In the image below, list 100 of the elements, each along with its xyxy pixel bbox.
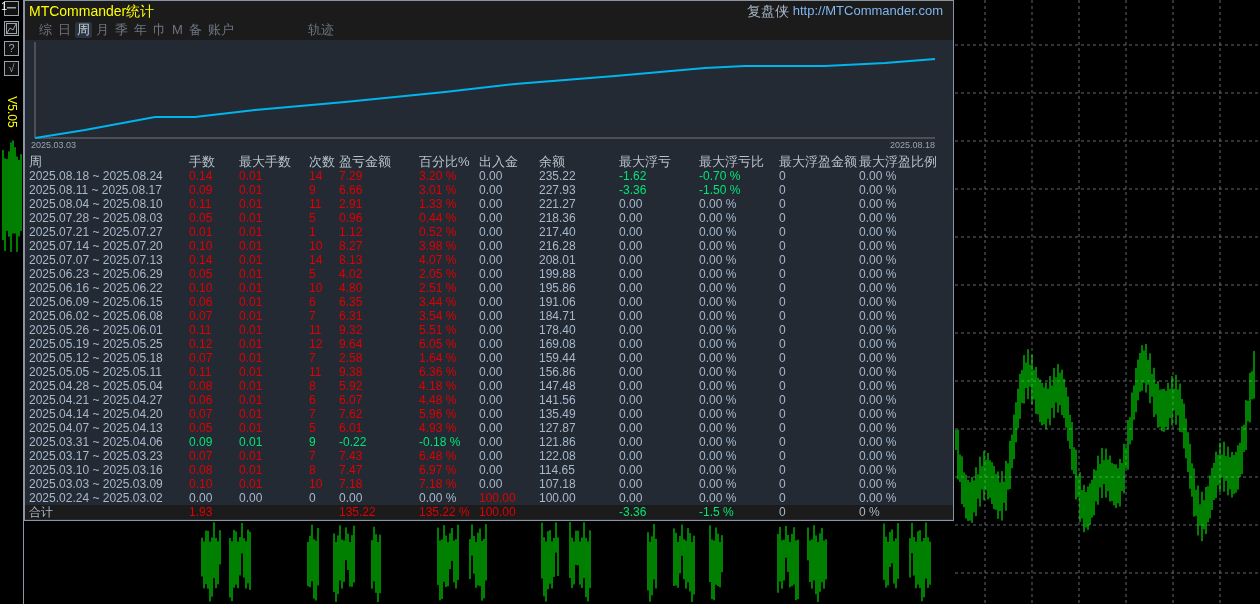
table-cell-text: 0.00 % xyxy=(859,379,898,393)
table-cell-text: 0.00 xyxy=(619,309,644,323)
table-cell-text: 0.00 % xyxy=(859,337,898,351)
table-cell-text: 2025.03.10 ~ 2025.03.16 xyxy=(29,463,164,477)
table-cell-text: 0.00 xyxy=(239,491,264,505)
table-cell-text: 0.00 xyxy=(479,197,504,211)
table-cell-text: -0.18 % xyxy=(419,435,462,449)
table-cell-text: 159.44 xyxy=(539,351,577,365)
table-cell-text: 217.40 xyxy=(539,225,577,239)
table-cell-text: 0.00 % xyxy=(859,421,898,435)
table-cell-text: 0.00 % xyxy=(699,197,738,211)
table-cell-text: 2025.06.02 ~ 2025.06.08 xyxy=(29,309,164,323)
table-cell-text: 0.00 xyxy=(479,253,504,267)
table-cell-text: 3.98 % xyxy=(419,239,458,253)
version-label: V5.05 xyxy=(5,96,19,128)
table-cell-text: 0.00 xyxy=(479,225,504,239)
table-cell-text: 5.96 % xyxy=(419,407,458,421)
table-cell-text: 6.05 % xyxy=(419,337,458,351)
toolbar-button[interactable]: √ xyxy=(4,61,19,76)
table-cell-text: 0 xyxy=(779,463,787,477)
table-cell-text: 0.00 % xyxy=(859,295,898,309)
table-cell-text: 0.00 xyxy=(619,393,644,407)
tab[interactable]: 季 xyxy=(113,22,130,38)
table-cell-text: 7.18 xyxy=(339,477,364,491)
tab[interactable]: 月 xyxy=(94,22,111,38)
table-cell-text: 11 xyxy=(309,365,323,379)
table-cell-text: 0.00 % xyxy=(699,295,738,309)
table-cell-text: 0.01 xyxy=(239,477,264,491)
table-cell-text: 6.07 xyxy=(339,393,364,407)
table-cell-text: 0.00 xyxy=(479,463,504,477)
tab[interactable]: 账户 xyxy=(205,22,236,38)
tab[interactable]: 周 xyxy=(75,22,92,38)
table-cell-text: 0.01 xyxy=(239,197,264,211)
tab[interactable]: 巾 xyxy=(151,22,168,38)
table-cell-text: 0.00 % xyxy=(859,239,898,253)
table-cell-text: 114.65 xyxy=(539,463,576,477)
table-cell-text: 1.33 % xyxy=(419,197,458,211)
table-cell-text: 0 xyxy=(779,281,787,295)
table-cell-text: 7.43 xyxy=(339,449,364,463)
table-cell-text: 178.40 xyxy=(539,323,577,337)
table-cell-text: 0.00 xyxy=(619,323,644,337)
table-cell-text: 0.01 xyxy=(239,309,264,323)
table-cell-text: 2025.05.19 ~ 2025.05.25 xyxy=(29,337,164,351)
tab[interactable]: 年 xyxy=(132,22,149,38)
tab[interactable]: M xyxy=(170,22,185,38)
table-cell-text: 5 xyxy=(309,421,317,435)
table-cell-text: 121.86 xyxy=(539,435,577,449)
table-cell-text: 0.00 xyxy=(619,463,644,477)
table-cell-text: 0.00 % xyxy=(859,407,898,421)
table-cell-text: 0.14 xyxy=(189,169,214,183)
table-cell-text: 3.20 % xyxy=(419,169,458,183)
table-cell-text: 7 xyxy=(309,351,317,365)
column-header: 次数 xyxy=(309,154,336,169)
toolbar-button[interactable]: ? xyxy=(4,41,19,56)
table-cell-text: 0.00 % xyxy=(859,365,898,379)
table-cell-text: 0.01 xyxy=(239,225,264,239)
table-cell-text: 0.00 % xyxy=(859,393,898,407)
table-cell-text: 235.22 xyxy=(539,169,577,183)
table-cell-text: 0.00 % xyxy=(859,197,898,211)
table-cell-text: 122.08 xyxy=(539,449,577,463)
table-cell-text: 0.01 xyxy=(239,365,264,379)
tab[interactable]: 轨迹 xyxy=(305,22,336,38)
table-cell-text: 0.12 xyxy=(189,337,214,351)
table-cell-text: 0.00 xyxy=(619,295,644,309)
table-cell-text: 0.00 xyxy=(479,435,504,449)
column-header: 余额 xyxy=(539,154,566,169)
table-cell-text: 2.51 % xyxy=(419,281,458,295)
table-cell-text: 0.00 % xyxy=(699,351,738,365)
table-cell-text: 0.00 xyxy=(479,169,504,183)
table-cell-text: 107.18 xyxy=(539,477,577,491)
table-cell-text: 0.07 xyxy=(189,309,214,323)
tab[interactable]: 备 xyxy=(186,22,204,38)
tab[interactable]: 综 xyxy=(37,22,54,38)
chart-start-date: 2025.03.03 xyxy=(31,140,77,150)
table-cell-text: 0 xyxy=(779,351,787,365)
table-cell-text: 0.00 % xyxy=(419,491,458,505)
chart-button[interactable] xyxy=(4,21,19,36)
minimize-button[interactable] xyxy=(4,1,19,16)
table-cell-text: 0.00 % xyxy=(859,463,898,477)
table-cell-text: 141.56 xyxy=(539,393,577,407)
table-cell-text: 9 xyxy=(309,435,317,449)
table-cell-text: 0.00 xyxy=(619,197,644,211)
table-cell-text: 2025.05.26 ~ 2025.06.01 xyxy=(29,323,164,337)
table-cell-text: 0 xyxy=(779,309,787,323)
table-cell-text: 0.00 xyxy=(479,407,504,421)
table-cell-text: 5 xyxy=(309,267,317,281)
table-cell-text: 10 xyxy=(309,239,324,253)
table-cell-text: 0.00 xyxy=(479,351,504,365)
table-cell-text: -3.36 xyxy=(619,505,648,519)
table-cell-text: 6 xyxy=(309,295,317,309)
table-cell-text: 2025.07.28 ~ 2025.08.03 xyxy=(29,211,164,225)
tab[interactable]: 日 xyxy=(56,22,73,38)
table-cell-text: 0.00 % xyxy=(699,477,738,491)
table-cell-text: 135.22 % xyxy=(419,505,471,519)
website-link[interactable]: http://MTCommander.com xyxy=(792,1,943,20)
table-cell-text: 0.00 xyxy=(619,421,644,435)
table-cell-text: 7.18 % xyxy=(419,477,458,491)
table-cell-text: 5.51 % xyxy=(419,323,458,337)
table-cell-text: 6.31 xyxy=(339,309,364,323)
brand-name: 复盘侠 xyxy=(746,1,789,20)
